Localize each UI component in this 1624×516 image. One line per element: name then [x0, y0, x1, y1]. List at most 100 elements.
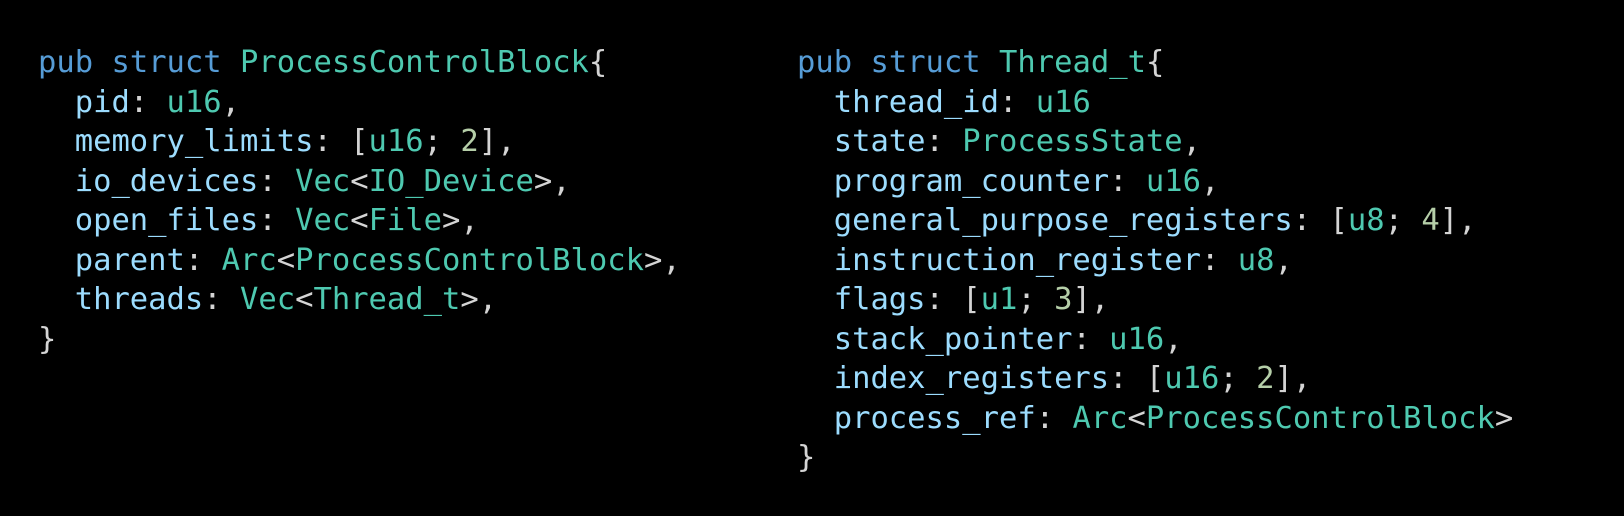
keyword-pub: pub	[38, 45, 94, 80]
field-name: program_counter	[833, 163, 1110, 199]
type-token: ProcessControlBlock	[295, 242, 644, 278]
open-brace: {	[588, 45, 608, 80]
colon: :	[184, 242, 222, 278]
close-brace: }	[38, 321, 57, 357]
field-name: stack_pointer	[833, 321, 1073, 357]
field-name: general_purpose_registers	[833, 203, 1293, 238]
field-line: parent: Arc<ProcessControlBlock>,	[38, 241, 681, 281]
field-line: memory_limits: [u16; 2],	[38, 122, 681, 162]
colon: :	[258, 203, 296, 238]
type-token: ;	[1219, 361, 1257, 396]
colon: :	[1109, 361, 1146, 396]
field-line: thread_id: u16	[797, 83, 1513, 123]
field-name: io_devices	[74, 163, 259, 199]
type-token: u16	[368, 124, 424, 159]
field-name: memory_limits	[74, 124, 314, 159]
field-line: process_ref: Arc<ProcessControlBlock>	[797, 399, 1513, 439]
colon: :	[1292, 203, 1330, 238]
field-name: index_registers	[833, 361, 1110, 396]
struct-header-line: pub struct Thread_t{	[797, 43, 1513, 83]
field-name: state	[833, 124, 926, 159]
closing-brace-line: }	[38, 320, 681, 360]
type-token: IO_Device	[368, 163, 534, 199]
colon: :	[1072, 321, 1110, 357]
colon: :	[313, 124, 351, 159]
field-line: general_purpose_registers: [u8; 4],	[797, 201, 1513, 241]
closing-brace-line: }	[797, 438, 1513, 478]
type-token: Arc	[1072, 400, 1128, 436]
colon: :	[1200, 242, 1238, 278]
colon: :	[1109, 163, 1146, 199]
type-token: u8	[1347, 203, 1385, 238]
type-token: 3	[1054, 282, 1073, 317]
field-line: instruction_register: u8,	[797, 241, 1513, 281]
field-name: threads	[74, 282, 204, 317]
type-token: ],	[478, 124, 516, 159]
struct-header-line: pub struct ProcessControlBlock{	[38, 43, 681, 83]
type-token: Vec	[295, 203, 351, 238]
type-token: 4	[1421, 203, 1440, 238]
type-token: >	[1494, 400, 1514, 436]
type-token: ,	[221, 84, 241, 120]
type-token: >,	[533, 163, 571, 199]
type-token: ,	[1274, 242, 1293, 278]
struct-name: ProcessControlBlock	[240, 45, 589, 80]
field-line: stack_pointer: u16,	[797, 320, 1513, 360]
field-line: open_files: Vec<File>,	[38, 201, 681, 241]
keyword-struct: struct	[111, 45, 222, 80]
type-token: Vec	[240, 282, 296, 317]
struct-thread-t: pub struct Thread_t{thread_id: u16 state:…	[797, 43, 1513, 478]
type-token: <	[1127, 400, 1146, 436]
colon: :	[1035, 400, 1073, 436]
colon: :	[203, 282, 240, 317]
type-token: <	[350, 163, 369, 199]
struct-process-control-block: pub struct ProcessControlBlock{pid: u16,…	[38, 43, 681, 359]
type-token: [	[350, 124, 369, 159]
type-token: >,	[460, 282, 498, 317]
type-token: ,	[1182, 124, 1202, 159]
field-name: parent	[74, 242, 185, 278]
type-token: ;	[423, 124, 461, 159]
struct-name: Thread_t	[999, 45, 1146, 80]
colon: :	[129, 84, 167, 120]
open-brace: {	[1145, 45, 1165, 80]
type-token: Arc	[221, 242, 277, 278]
type-token: ],	[1439, 203, 1477, 238]
type-token: <	[276, 242, 296, 278]
type-token: u16	[1164, 361, 1220, 396]
field-line: state: ProcessState,	[797, 122, 1513, 162]
field-name: open_files	[74, 203, 259, 238]
close-brace: }	[797, 440, 816, 475]
type-token: >,	[644, 242, 681, 278]
keyword-pub: pub	[797, 45, 853, 80]
colon: :	[925, 124, 963, 159]
type-token: ;	[1384, 203, 1422, 238]
keyword-struct: struct	[870, 45, 981, 80]
colon: :	[998, 84, 1036, 120]
type-token: 2	[460, 124, 479, 159]
type-token: ProcessControlBlock	[1145, 400, 1495, 436]
type-token: Vec	[295, 163, 351, 199]
type-token: ],	[1274, 361, 1312, 396]
type-token: Thread_t	[313, 282, 461, 317]
type-token: u16	[166, 84, 222, 120]
type-token: [	[1329, 203, 1348, 238]
type-token: u16	[1109, 321, 1165, 357]
type-token: <	[295, 282, 314, 317]
type-token: [	[1145, 361, 1165, 396]
field-name: thread_id	[833, 84, 999, 120]
type-token: >,	[442, 203, 479, 238]
type-token: [	[962, 282, 981, 317]
field-line: threads: Vec<Thread_t>,	[38, 280, 681, 320]
field-line: pid: u16,	[38, 83, 681, 123]
field-name: instruction_register	[833, 242, 1201, 278]
type-token: ],	[1072, 282, 1110, 317]
type-token: u16	[1035, 84, 1091, 120]
type-token: <	[350, 203, 369, 238]
type-token: ;	[1017, 282, 1055, 317]
type-token: 2	[1256, 361, 1275, 396]
field-name: pid	[74, 84, 130, 120]
type-token: u1	[980, 282, 1018, 317]
colon: :	[258, 163, 296, 199]
field-line: program_counter: u16,	[797, 162, 1513, 202]
